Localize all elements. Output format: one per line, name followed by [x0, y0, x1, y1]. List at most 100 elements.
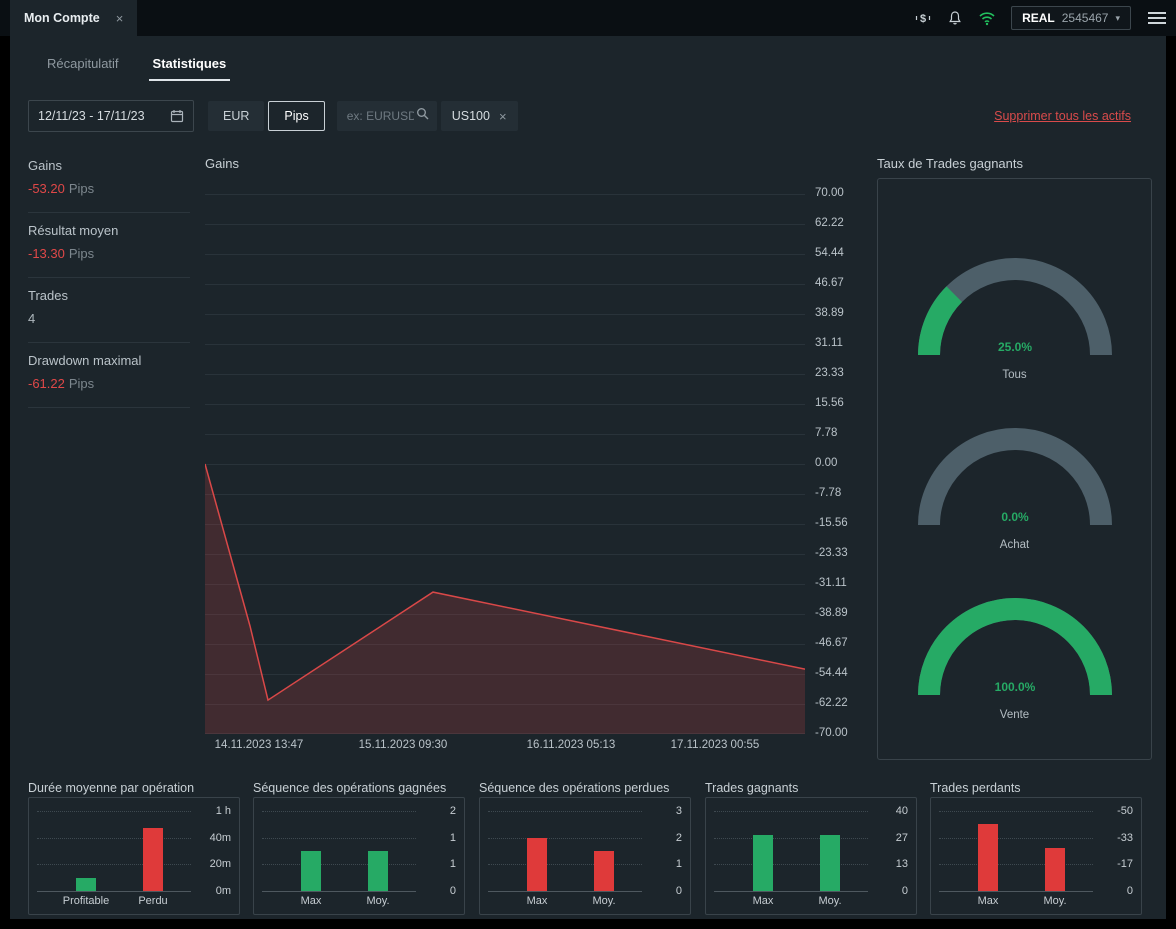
y-tick-label: 20m [209, 858, 231, 871]
filter-bar: 12/11/23 - 17/11/23 EUR Pips US100 × Sup… [28, 100, 1131, 132]
gridline [488, 837, 642, 839]
gains-chart-title: Gains [205, 156, 239, 171]
y-tick-label: 0.00 [815, 457, 838, 469]
y-tick-label: 1 h [215, 805, 231, 817]
gridline [37, 864, 191, 866]
svg-text:25.0%: 25.0% [997, 340, 1031, 354]
mini-chart-duration: 1 h 40m 20m 0m Profitable Perdu [28, 797, 240, 915]
y-tick-label: 2 [675, 831, 682, 844]
x-tick-label: 17.11.2023 00:55 [670, 739, 760, 751]
gridline [939, 864, 1093, 866]
mini-title-winning-streak: Séquence des opérations gagnées [253, 781, 447, 795]
asset-chip-us100[interactable]: US100 × [440, 101, 518, 131]
tab-recapitulatif[interactable]: Récapitulatif [43, 56, 123, 81]
bar-moy [368, 851, 388, 891]
search-icon [416, 107, 429, 125]
notifications-bell-icon[interactable] [947, 10, 963, 26]
stat-unit: Pips [68, 246, 95, 261]
y-tick-label: 0m [215, 885, 231, 897]
calendar-icon [170, 109, 184, 123]
stat-label: Drawdown maximal [28, 353, 142, 368]
y-tick-label: 62.22 [815, 217, 844, 229]
chip-label: US100 [451, 109, 490, 123]
y-tick-label: -15.56 [815, 517, 848, 529]
y-tick-label: -38.89 [815, 607, 848, 619]
category-label: Max [752, 895, 774, 907]
gauge-vente: 100.0% Vente [905, 589, 1125, 721]
gridline [488, 891, 642, 892]
currency-eur-button[interactable]: EUR [208, 101, 265, 131]
stat-value: -61.22 [28, 376, 65, 391]
tab-close-icon[interactable]: × [116, 11, 124, 26]
category-label: Moy. [592, 895, 616, 907]
gridline [714, 891, 868, 892]
account-number: 2545467 [1061, 11, 1109, 25]
account-tab[interactable]: Mon Compte × [10, 0, 138, 36]
mini-chart-losing-streak: 3 2 1 0 Max Moy. [479, 797, 691, 915]
gridline [262, 891, 416, 892]
date-range-input[interactable]: 12/11/23 - 17/11/23 [28, 100, 194, 132]
mini-title-losing-trades: Trades perdants [930, 781, 1021, 795]
gridline [939, 891, 1093, 892]
topbar-right: $ REAL 2545467 ▾ [914, 0, 1168, 36]
unit-pips-button[interactable]: Pips [268, 101, 325, 131]
y-tick-label: -62.22 [815, 697, 848, 709]
tab-statistiques[interactable]: Statistiques [148, 56, 231, 81]
category-label: Moy. [818, 895, 842, 907]
stat-label: Trades [28, 288, 68, 303]
stat-trades: Trades 4 [28, 278, 190, 343]
gauge-achat: 0.0% Achat [905, 419, 1125, 551]
y-tick-label: 27 [895, 831, 908, 844]
gridline [714, 864, 868, 866]
y-tick-label: 13 [895, 858, 908, 871]
svg-text:100.0%: 100.0% [994, 680, 1035, 694]
stat-value: -13.30 [28, 246, 65, 261]
stat-value: -53.20 [28, 181, 65, 196]
category-label: Profitable [62, 895, 110, 907]
y-tick-label: 38.89 [815, 307, 844, 319]
remove-all-assets-link[interactable]: Supprimer tous les actifs [994, 109, 1131, 123]
account-type-label: REAL [1022, 11, 1055, 25]
mini-title-duration: Durée moyenne par opération [28, 781, 195, 795]
mini-chart-winning-streak: 2 1 1 0 Max Moy. [253, 797, 465, 915]
y-tick-label: 7.78 [815, 427, 838, 439]
y-tick-label: 1 [449, 831, 456, 844]
bar-moy [594, 851, 614, 891]
gridline [37, 891, 191, 892]
category-label: Max [977, 895, 999, 907]
y-tick-label: -33 [1117, 831, 1133, 844]
asset-search-input[interactable] [344, 108, 416, 124]
gridline [939, 811, 1093, 812]
chip-remove-icon[interactable]: × [499, 109, 507, 124]
stat-drawdown: Drawdown maximal -61.22 Pips [28, 343, 190, 408]
tab-title: Mon Compte [24, 11, 100, 25]
y-tick-label: 3 [675, 805, 682, 817]
y-tick-label: -50 [1117, 805, 1133, 817]
gridline [939, 837, 1093, 839]
bar-max [527, 838, 547, 891]
currency-volume-icon[interactable]: $ [914, 10, 932, 26]
y-tick-label: -31.11 [815, 577, 847, 589]
gridline [488, 811, 642, 812]
gains-svg [204, 194, 806, 734]
category-label: Max [300, 895, 322, 907]
y-tick-label: 46.67 [815, 277, 844, 289]
y-tick-label: 54.44 [815, 247, 844, 259]
connection-wifi-icon[interactable] [978, 11, 996, 26]
y-tick-label: 1 [449, 858, 456, 871]
asset-search[interactable] [336, 101, 437, 131]
menu-hamburger-icon[interactable] [1146, 5, 1168, 31]
bar-moy [820, 835, 840, 891]
category-label: Moy. [1043, 895, 1067, 907]
gridline [37, 811, 191, 812]
stat-label: Gains [28, 158, 62, 173]
bar-moy [1045, 848, 1065, 891]
y-tick-label: -70.00 [815, 727, 848, 739]
summary-stats: Gains -53.20 Pips Résultat moyen -13.30 Pi… [28, 148, 190, 408]
category-label: Perdu [138, 895, 168, 907]
y-tick-label: 40 [895, 805, 908, 817]
y-tick-label: -17 [1117, 858, 1133, 871]
y-tick-label: -7.78 [815, 487, 842, 499]
gridline [37, 837, 191, 839]
account-selector[interactable]: REAL 2545467 ▾ [1011, 6, 1131, 30]
